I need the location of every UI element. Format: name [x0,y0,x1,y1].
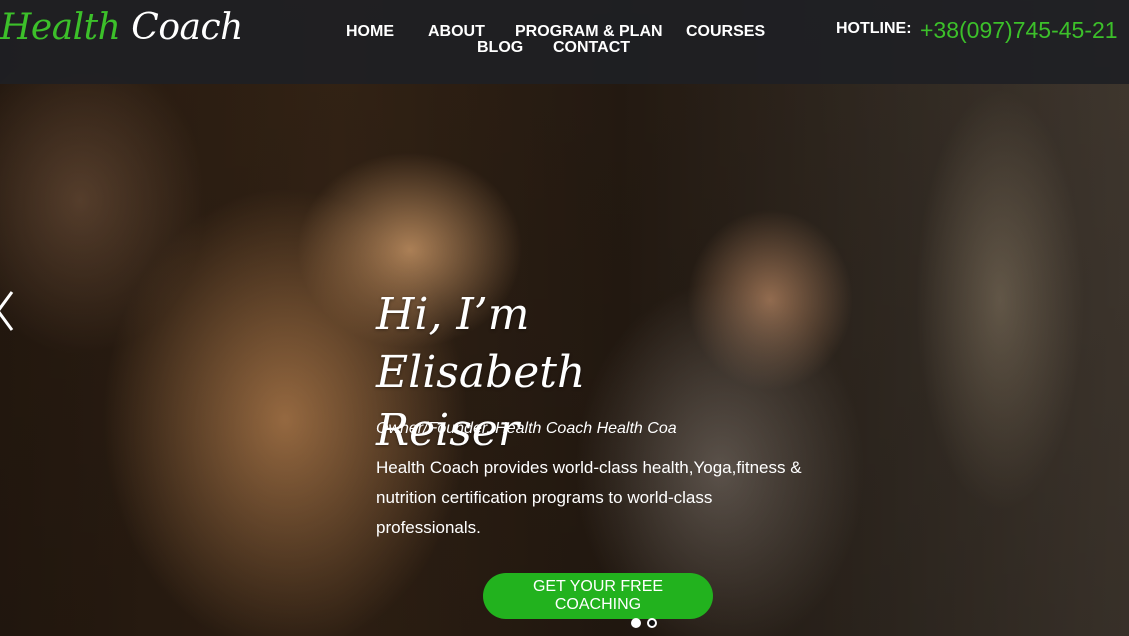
nav-link-home[interactable]: HOME [346,23,394,41]
chevron-left-icon [0,291,14,331]
logo-part-health: Health [0,7,121,48]
slider-dot-1[interactable] [631,618,641,628]
slider-prev-button[interactable] [0,288,22,334]
site-header: Health Coach HOME ABOUT PROGRAM & PLAN C… [0,0,1129,84]
hotline-phone-link[interactable]: +38(097)745-45-21 [920,17,1118,44]
free-coaching-button[interactable]: GET YOUR FREE COACHING [483,573,713,619]
nav-link-blog[interactable]: BLOG [477,39,523,57]
hotline-label: HOTLINE: [836,20,912,37]
nav-link-contact[interactable]: CONTACT [553,39,630,57]
nav-link-courses[interactable]: COURSES [686,23,765,41]
slider-dot-2[interactable] [647,618,657,628]
hero-role-subtitle: Owner/Founder, Health Coach Health Coa [376,420,677,437]
hero-description: Health Coach provides world-class health… [376,458,802,537]
logo-part-coach: Coach [131,7,243,48]
site-logo[interactable]: Health Coach [0,8,243,48]
